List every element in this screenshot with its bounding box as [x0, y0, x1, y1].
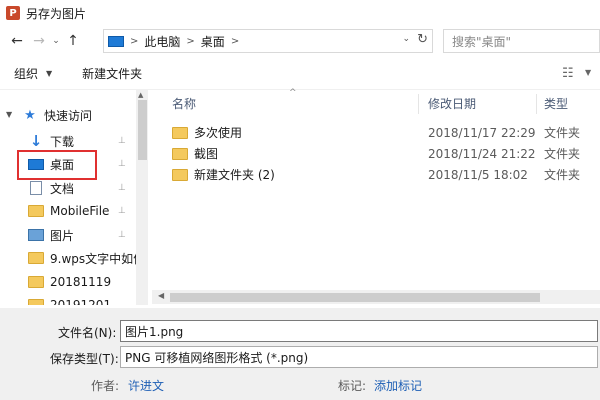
title-bar: P 另存为图片 — [0, 0, 600, 26]
red-highlight-annotation — [17, 150, 97, 180]
organize-label: 组织 — [14, 67, 39, 81]
powerpoint-icon: P — [6, 6, 20, 20]
new-folder-button[interactable]: 新建文件夹 — [82, 65, 142, 82]
triangle-down-icon: ▼ — [46, 69, 53, 78]
file-name-cell: 截图 — [172, 145, 218, 162]
sort-ascending-icon: ^ — [289, 88, 297, 98]
column-header-type[interactable]: 类型 — [544, 90, 568, 116]
table-row[interactable]: 截图 2018/11/24 21:22 文件夹 — [152, 143, 600, 164]
forward-button[interactable]: → — [28, 30, 50, 52]
table-row[interactable]: 新建文件夹 (2) 2018/11/5 18:02 文件夹 — [152, 164, 600, 185]
sidebar-scrollbar-thumb[interactable] — [138, 100, 147, 160]
chevron-right-icon: > — [230, 35, 240, 47]
file-name-cell: 多次使用 — [172, 124, 242, 141]
file-type: 文件夹 — [544, 147, 581, 161]
column-header-name[interactable]: 名称 — [172, 90, 196, 116]
sidebar-item-documents[interactable]: 文档 — [28, 177, 74, 199]
folder-icon — [28, 275, 44, 289]
pictures-icon — [28, 228, 44, 242]
file-name-cell: 新建文件夹 (2) — [172, 166, 275, 183]
tags-field[interactable]: 添加标记 — [374, 377, 422, 394]
sidebar-item-label: 图片 — [50, 228, 75, 243]
sidebar-item-label: 9.wps文字中如何 — [50, 251, 146, 266]
horizontal-scrollbar-thumb[interactable] — [170, 293, 540, 302]
pin-icon: ⊥ — [118, 206, 126, 216]
folder-icon — [172, 168, 188, 181]
sidebar-item-wps-doc[interactable]: 9.wps文字中如何 — [28, 247, 145, 269]
breadcrumb-desktop[interactable]: 桌面 — [201, 33, 225, 50]
file-modified: 2018/11/17 22:29 — [428, 125, 536, 140]
save-form-panel: 文件名(N): 图片1.png 保存类型(T): PNG 可移植网络图形格式 (… — [0, 308, 600, 400]
filename-label: 文件名(N): — [58, 326, 117, 340]
file-list: ^ 名称 修改日期 类型 多次使用 2018/11/17 22:29 文件夹 截… — [152, 88, 600, 305]
expand-arrow-icon[interactable]: ▼ — [6, 110, 12, 119]
recent-locations-dropdown[interactable]: ⌄ — [50, 30, 62, 52]
address-bar[interactable]: > 此电脑 > 桌面 > ⌄ ↻ — [103, 29, 433, 53]
folder-icon — [28, 204, 44, 218]
tags-label: 标记: — [338, 379, 367, 393]
sidebar-item-label: 下载 — [50, 134, 75, 149]
pin-icon: ⊥ — [118, 136, 126, 146]
pin-icon: ⊥ — [118, 183, 126, 193]
breadcrumb-this-pc[interactable]: 此电脑 — [144, 33, 180, 50]
document-icon — [28, 181, 44, 195]
sidebar-item-20181119[interactable]: 20181119 — [28, 271, 111, 293]
sidebar-item-pictures[interactable]: 图片 — [28, 224, 74, 246]
filename-input[interactable]: 图片1.png — [120, 320, 598, 342]
view-options-icon[interactable]: ☷ — [562, 66, 574, 81]
column-divider[interactable] — [536, 94, 537, 114]
command-toolbar: 组织 ▼ 新建文件夹 ☷ ▼ — [0, 58, 600, 90]
sidebar-item-label: 文档 — [50, 181, 75, 196]
window-title: 另存为图片 — [26, 6, 87, 21]
pin-icon: ⊥ — [118, 230, 126, 240]
navigation-bar: ← → ⌄ ↑ > 此电脑 > 桌面 > ⌄ ↻ 搜索"桌面" — [0, 26, 600, 56]
author-field[interactable]: 许进文 — [128, 377, 164, 394]
sidebar-item-downloads[interactable]: ↓ 下载 — [28, 130, 74, 152]
column-header-modified[interactable]: 修改日期 — [428, 90, 476, 116]
file-name: 新建文件夹 (2) — [194, 168, 275, 182]
organize-button[interactable]: 组织 ▼ — [14, 65, 52, 82]
table-row[interactable]: 多次使用 2018/11/17 22:29 文件夹 — [152, 122, 600, 143]
sidebar-item-label: 20191201 — [50, 298, 112, 305]
folder-icon — [28, 298, 44, 305]
sidebar-item-label: 快速访问 — [44, 108, 93, 123]
file-name: 截图 — [194, 147, 219, 161]
file-type: 文件夹 — [544, 126, 581, 140]
folder-icon — [172, 147, 188, 160]
download-arrow-icon: ↓ — [29, 132, 43, 150]
sidebar-item-label: MobileFile — [50, 204, 110, 218]
filetype-select[interactable]: PNG 可移植网络图形格式 (*.png) — [120, 346, 598, 368]
author-label: 作者: — [91, 379, 120, 393]
chevron-right-icon: > — [130, 35, 139, 47]
column-divider[interactable] — [418, 94, 419, 114]
address-dropdown-icon[interactable]: ⌄ — [402, 34, 410, 44]
folder-icon — [172, 126, 188, 139]
file-name: 多次使用 — [194, 126, 243, 140]
refresh-icon[interactable]: ↻ — [417, 32, 428, 47]
scroll-left-arrow-icon[interactable]: ◀ — [158, 291, 164, 300]
star-icon: ★ — [24, 107, 36, 123]
folder-icon — [28, 251, 44, 265]
this-pc-icon — [108, 35, 124, 47]
pin-icon: ⊥ — [118, 159, 126, 169]
view-dropdown-icon[interactable]: ▼ — [585, 68, 591, 77]
up-button[interactable]: ↑ — [62, 30, 84, 52]
navigation-pane: ▼ ★ 快速访问 ↓ 下载 ⊥ 桌面 ⊥ 文档 ⊥ MobileFile ⊥ 图… — [0, 90, 148, 305]
file-modified: 2018/11/24 21:22 — [428, 146, 536, 161]
sidebar-item-quick-access[interactable]: ★ 快速访问 — [22, 104, 92, 126]
back-button[interactable]: ← — [6, 30, 28, 52]
sidebar-item-mobilefile[interactable]: MobileFile — [28, 200, 109, 222]
sidebar-item-label: 20181119 — [50, 275, 112, 289]
file-type: 文件夹 — [544, 168, 581, 182]
filetype-label: 保存类型(T): — [50, 352, 119, 366]
scroll-up-arrow-icon[interactable]: ▲ — [138, 91, 143, 99]
file-modified: 2018/11/5 18:02 — [428, 167, 528, 182]
chevron-right-icon: > — [186, 35, 195, 47]
search-input[interactable]: 搜索"桌面" — [443, 29, 600, 53]
sidebar-item-20191201[interactable]: 20191201 — [28, 294, 111, 305]
